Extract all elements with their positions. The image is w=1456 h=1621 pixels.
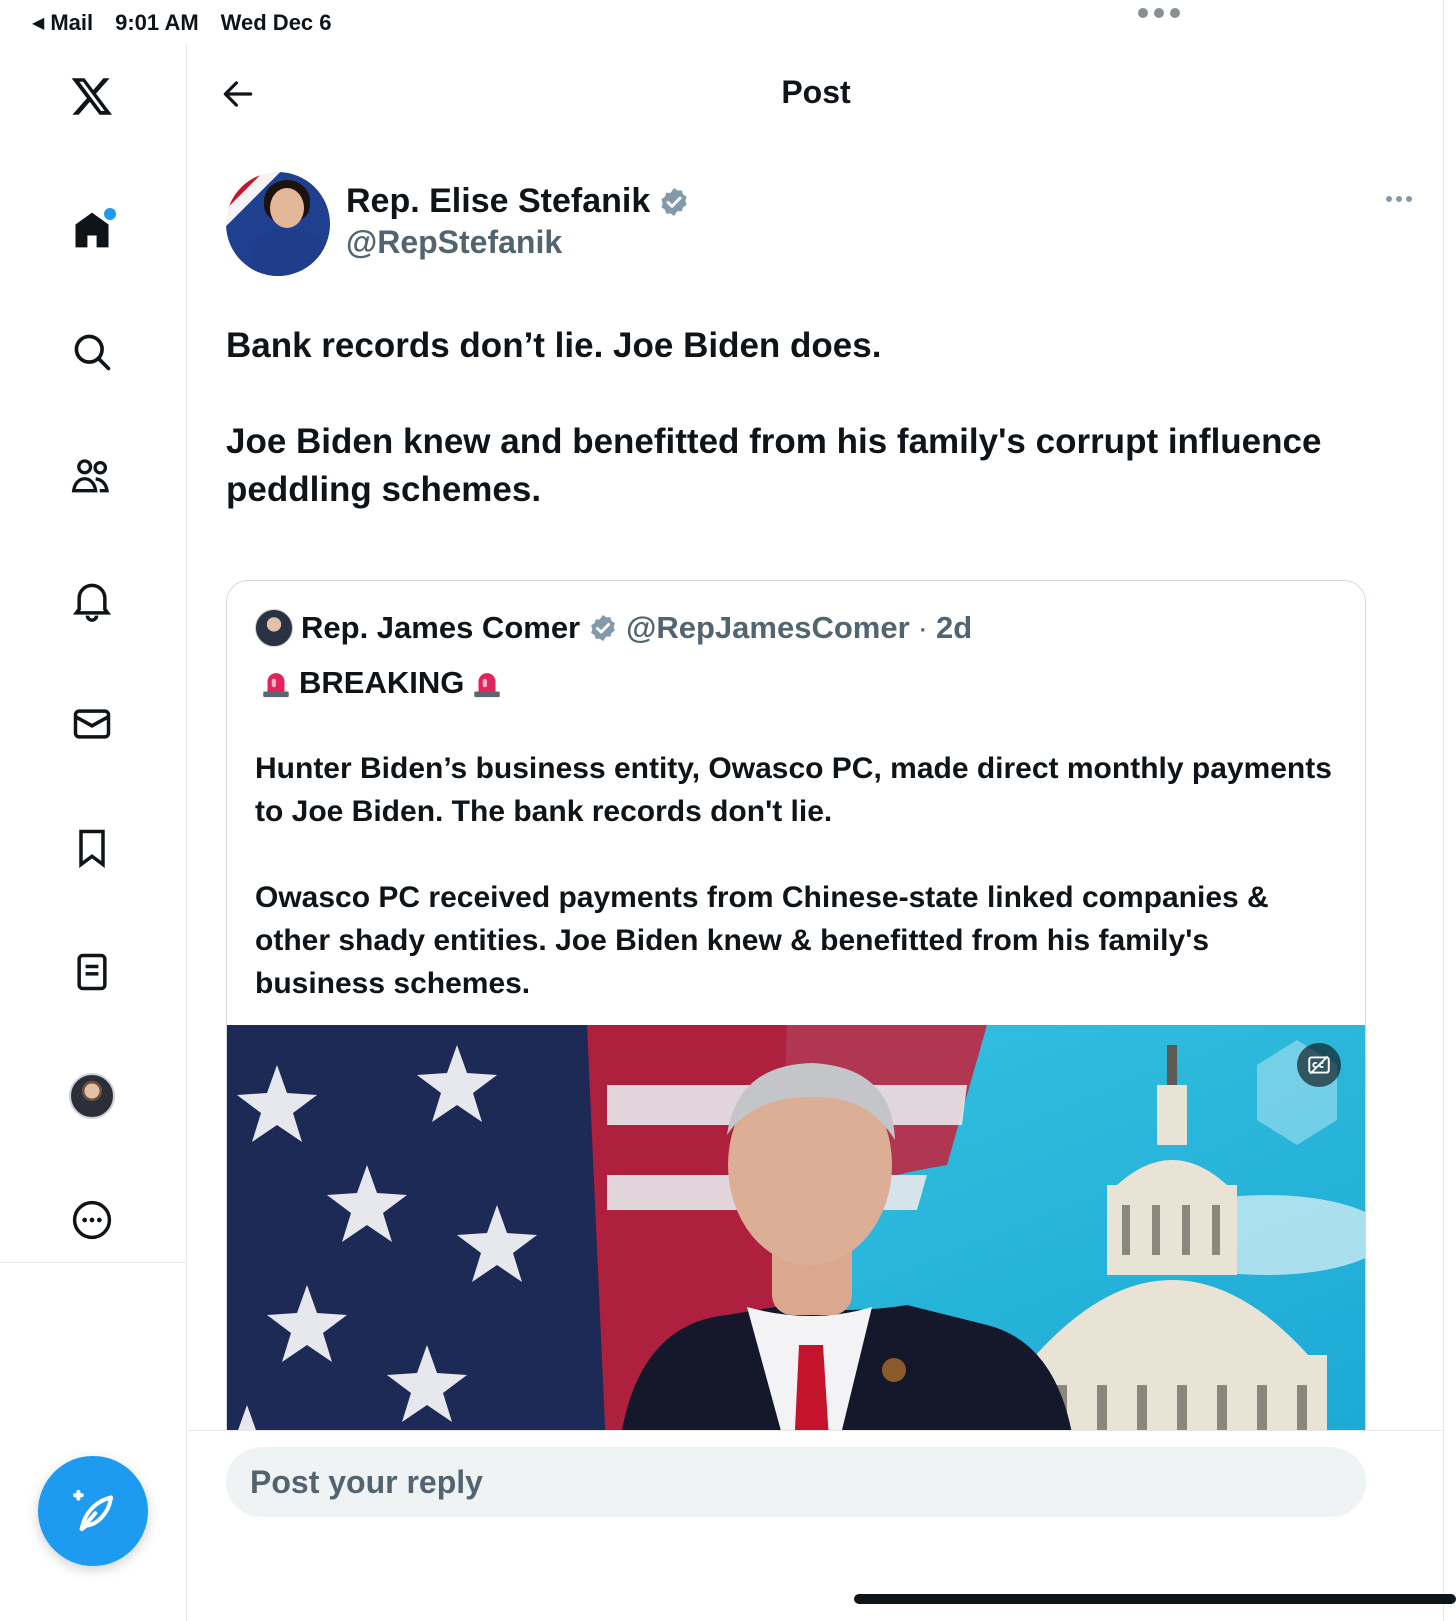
profile-avatar[interactable]	[64, 1068, 120, 1124]
header: Post	[188, 44, 1444, 144]
author-handle[interactable]: @RepStefanik	[346, 224, 562, 261]
back-to-app-label[interactable]: Mail	[50, 10, 93, 36]
main-column: Post Rep. Elise Stefanik @RepStefanik Ba…	[188, 44, 1444, 1621]
siren-icon	[474, 673, 501, 698]
quote-separator: ·	[917, 610, 928, 645]
quote-headline-text: BREAKING	[299, 665, 465, 700]
quote-video[interactable]	[227, 1025, 1365, 1469]
quote-author-handle: @RepJamesComer	[626, 610, 910, 645]
captions-icon[interactable]	[1297, 1043, 1341, 1087]
avatar	[69, 1073, 115, 1119]
list-icon[interactable]	[64, 944, 120, 1000]
multitasking-dots-icon[interactable]	[1138, 8, 1180, 18]
author-name-row: Rep. Elise Stefanik	[346, 182, 690, 221]
back-to-app-icon[interactable]: ◀	[32, 13, 44, 33]
reply-bar	[188, 1430, 1444, 1621]
status-date: Wed Dec 6	[220, 10, 332, 35]
post-author: Rep. Elise Stefanik @RepStefanik	[226, 172, 1416, 276]
verified-badge-icon[interactable]	[658, 186, 690, 218]
quote-author-name: Rep. James Comer	[301, 610, 581, 645]
home-icon[interactable]	[64, 202, 120, 258]
bookmark-icon[interactable]	[64, 820, 120, 876]
status-bar: ◀ Mail 9:01 AM Wed Dec 6	[0, 0, 1456, 44]
right-border	[1443, 0, 1444, 1621]
search-icon[interactable]	[64, 324, 120, 380]
quoted-post[interactable]: Rep. James Comer @RepJamesComer · 2d BRE…	[226, 580, 1366, 1470]
quote-timestamp: 2d	[935, 610, 973, 645]
more-circle-icon[interactable]	[64, 1192, 120, 1248]
page-title: Post	[781, 74, 851, 110]
home-indicator[interactable]	[854, 1594, 1456, 1604]
sidebar	[0, 44, 187, 1621]
reply-input[interactable]	[226, 1447, 1366, 1517]
bell-icon[interactable]	[64, 572, 120, 628]
x-logo-icon[interactable]	[64, 68, 120, 124]
post-more-icon[interactable]	[1386, 196, 1416, 206]
compose-button[interactable]	[38, 1456, 148, 1566]
verified-badge-icon	[591, 614, 615, 642]
sidebar-divider	[0, 1262, 187, 1263]
mail-icon[interactable]	[64, 696, 120, 752]
author-avatar[interactable]	[226, 172, 330, 276]
video-frame-image	[227, 1025, 1365, 1469]
quote-text: Hunter Biden’s business entity, Owasco P…	[255, 752, 1332, 1000]
status-time: 9:01 AM	[115, 10, 199, 35]
home-unread-dot	[104, 208, 116, 220]
quote-author-avatar	[255, 609, 293, 647]
compose-feather-icon	[72, 1489, 114, 1532]
author-name[interactable]: Rep. Elise Stefanik	[346, 182, 650, 221]
status-left: ◀ Mail 9:01 AM Wed Dec 6	[32, 10, 332, 36]
siren-icon	[263, 673, 289, 698]
communities-icon[interactable]	[64, 448, 120, 504]
quote-header: Rep. James Comer @RepJamesComer · 2d	[255, 609, 972, 647]
quote-headline: BREAKING	[259, 665, 504, 701]
post-text: Bank records don’t lie. Joe Biden does. …	[226, 326, 1322, 509]
